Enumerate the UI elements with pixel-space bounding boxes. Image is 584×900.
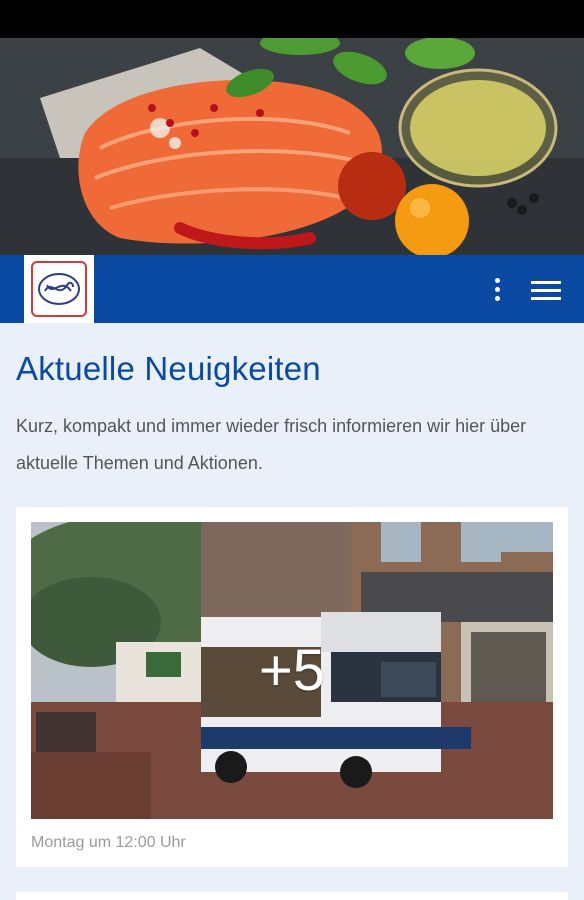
news-image[interactable]: +5	[31, 522, 553, 819]
hero-image	[0, 38, 584, 255]
news-card[interactable]	[16, 892, 568, 900]
page-title: Aktuelle Neuigkeiten	[16, 350, 321, 387]
brand-logo-icon	[31, 261, 87, 317]
news-card[interactable]: +5 Montag um 12:00 Uhr	[16, 507, 568, 867]
intro-text: Kurz, kompakt und immer wieder frisch in…	[16, 416, 527, 473]
news-date: Montag um 12:00 Uhr	[31, 834, 186, 851]
logo[interactable]	[24, 255, 94, 323]
more-vertical-icon[interactable]	[484, 273, 510, 305]
status-bar	[0, 0, 584, 38]
hamburger-menu-icon[interactable]	[531, 277, 565, 303]
more-images-count: +5	[258, 638, 326, 703]
app-bar	[0, 255, 584, 323]
